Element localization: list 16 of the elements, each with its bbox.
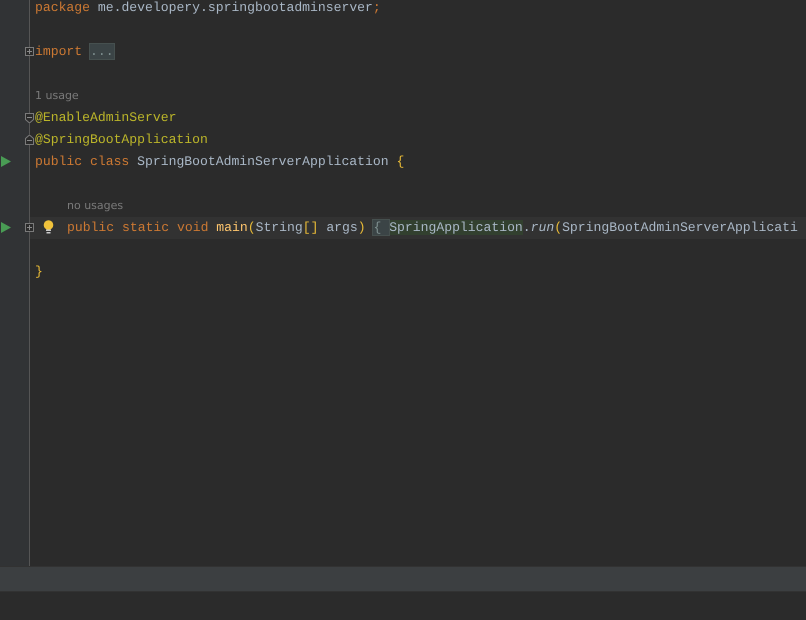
fold-expand-icon[interactable] — [25, 47, 34, 57]
code-line: } — [34, 263, 43, 281]
code-line: @SpringBootApplication — [34, 131, 208, 149]
fold-expand-icon[interactable] — [25, 223, 34, 233]
run-icon[interactable] — [1, 222, 11, 233]
code-line: public class SpringBootAdminServerApplication { — [34, 153, 404, 171]
lightbulb-icon[interactable] — [43, 220, 54, 234]
fold-collapse-icon[interactable] — [25, 135, 34, 145]
run-icon[interactable] — [1, 156, 11, 167]
fold-collapse-icon[interactable] — [25, 113, 34, 123]
code-line: public static void main(String[] args) { SpringApplication.run(SpringBootAdminServerApplicati — [66, 219, 798, 237]
code-line: import ... — [34, 43, 114, 61]
usage-hint[interactable]: 1 usage — [30, 85, 79, 107]
code-line: @EnableAdminServer — [34, 109, 176, 127]
code-line: package me.developery.springbootadminserver; — [34, 0, 381, 17]
usage-hint[interactable]: no usages — [30, 195, 124, 217]
